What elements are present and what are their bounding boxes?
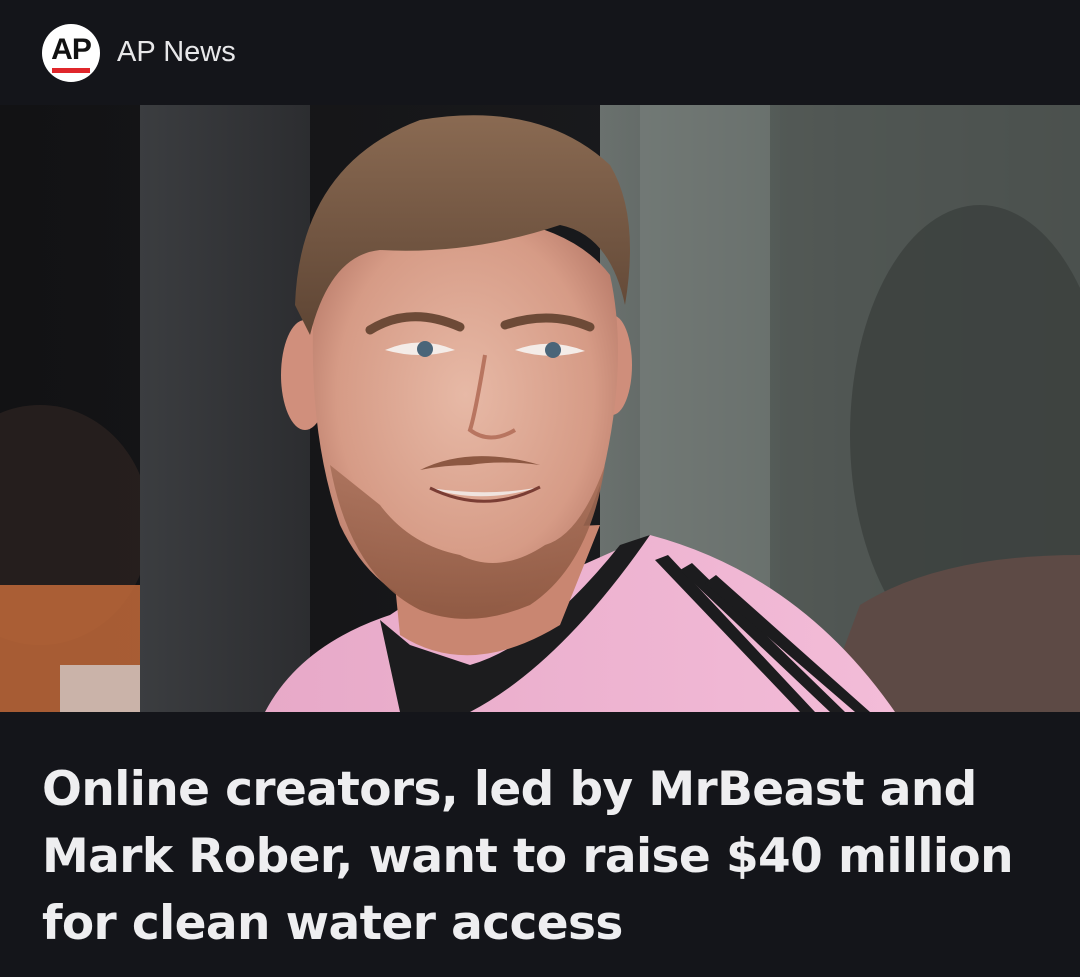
- news-card[interactable]: AP AP News Online creators, led by MrBea…: [0, 0, 1080, 977]
- portrait-photo: [0, 105, 1080, 712]
- ap-logo: AP: [42, 23, 100, 82]
- ap-logo-text: AP: [51, 32, 92, 66]
- source-name[interactable]: AP News: [117, 36, 236, 69]
- article-headline[interactable]: Online creators, led by MrBeast and Mark…: [0, 712, 1080, 957]
- ap-logo-underline: [52, 67, 90, 73]
- article-image[interactable]: [0, 105, 1080, 712]
- source-header: AP AP News: [0, 0, 1080, 105]
